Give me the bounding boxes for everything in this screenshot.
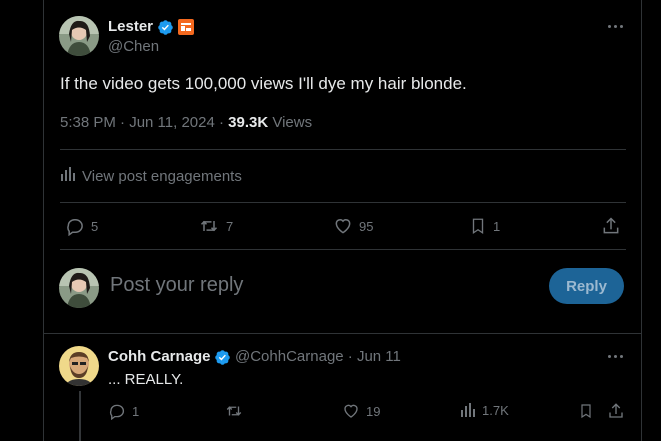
author-name[interactable]: Lester <box>108 18 153 35</box>
views-count: 39.3K <box>228 114 269 131</box>
bookmark-icon <box>469 216 487 236</box>
reply-count: 5 <box>91 218 99 234</box>
reply-author-name[interactable]: Cohh Carnage <box>108 348 211 365</box>
analytics-icon <box>60 166 76 186</box>
bookmark-button[interactable]: 1 <box>469 216 500 236</box>
like-count: 95 <box>359 218 374 234</box>
repost-count: 7 <box>226 218 234 234</box>
repost-icon <box>198 216 220 236</box>
thread-line <box>79 391 81 441</box>
reply-author-avatar[interactable] <box>59 346 99 386</box>
repost-button[interactable]: 7 <box>198 216 233 236</box>
verified-icon[interactable] <box>214 349 231 371</box>
share-icon <box>607 402 625 420</box>
more-icon[interactable] <box>606 20 626 34</box>
reply-button[interactable]: 5 <box>65 216 98 236</box>
share-button[interactable] <box>601 216 621 236</box>
reply-bookmark-button[interactable] <box>578 402 594 420</box>
reply-submit-button[interactable]: Reply <box>549 268 624 304</box>
reply-author-handle[interactable]: @CohhCarnage · Jun 11 <box>235 348 401 365</box>
divider <box>60 149 626 150</box>
repost-icon <box>224 402 244 420</box>
view-engagements-link[interactable]: View post engagements <box>60 166 242 186</box>
reply-reply-button[interactable]: 1 <box>108 402 139 420</box>
analytics-icon <box>460 402 476 418</box>
share-icon <box>601 216 621 236</box>
engagements-label: View post engagements <box>82 167 242 185</box>
orange-badge-icon[interactable] <box>178 19 194 40</box>
reply-text: ... REALLY. <box>108 371 184 388</box>
bookmark-icon <box>578 402 594 420</box>
reply-like-button[interactable]: 19 <box>342 402 380 420</box>
reply-repost-button[interactable] <box>224 402 244 420</box>
like-icon <box>333 216 353 236</box>
author-handle[interactable]: @Chen <box>108 38 159 55</box>
more-icon[interactable] <box>606 350 626 364</box>
verified-icon[interactable] <box>157 19 174 41</box>
reply-input[interactable]: Post your reply <box>110 274 243 297</box>
reply-share-button[interactable] <box>607 402 625 420</box>
post-time[interactable]: 5:38 PM · Jun 11, 2024 · <box>60 114 228 131</box>
composer-avatar[interactable] <box>59 268 99 308</box>
divider <box>44 333 641 334</box>
reply-icon <box>65 216 85 236</box>
divider <box>60 202 626 203</box>
post-text: If the video gets 100,000 views I'll dye… <box>60 74 467 93</box>
reply-icon <box>108 402 126 420</box>
views-label: Views <box>268 114 313 131</box>
bookmark-count: 1 <box>493 218 501 234</box>
reply-views-count: 1.7K <box>482 402 509 418</box>
reply-reply-count: 1 <box>132 403 140 419</box>
author-avatar[interactable] <box>59 16 99 56</box>
post-meta: 5:38 PM · Jun 11, 2024 · 39.3K Views <box>60 114 312 131</box>
reply-like-count: 19 <box>366 403 381 419</box>
divider <box>60 249 626 250</box>
reply-analytics-button[interactable]: 1.7K <box>460 402 509 418</box>
like-button[interactable]: 95 <box>333 216 373 236</box>
like-icon <box>342 402 360 420</box>
